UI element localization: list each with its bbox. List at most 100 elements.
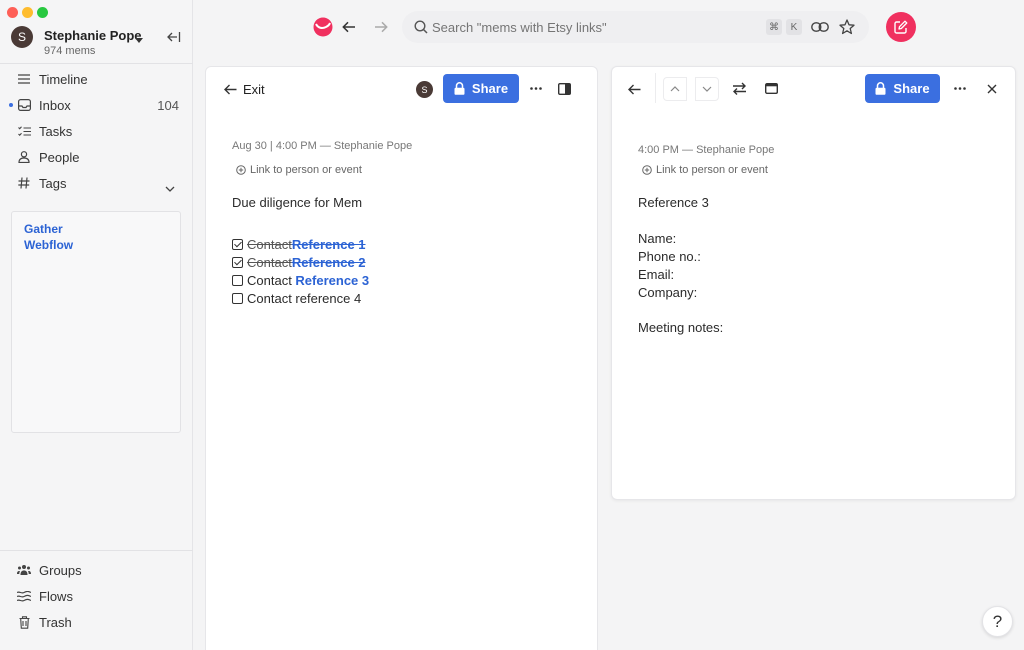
shortcut-k: K	[786, 19, 802, 35]
sidebar-item-people[interactable]: People	[0, 144, 192, 170]
window-close-button[interactable]	[7, 7, 18, 18]
task-text: Contact reference 4	[247, 290, 362, 306]
lock-icon	[875, 82, 886, 95]
share-button[interactable]: Share	[443, 74, 519, 103]
sidebar-item-inbox[interactable]: Inbox 104	[0, 92, 192, 118]
sidebar-item-label: Flows	[39, 588, 73, 604]
task-item[interactable]: Contact Reference 2	[232, 253, 366, 271]
search-bar[interactable]: ⌘ K	[402, 11, 869, 43]
swap-arrows-icon[interactable]	[731, 80, 748, 97]
task-checkbox[interactable]	[232, 292, 243, 304]
sidebar-item-label: Inbox	[39, 97, 71, 113]
field-company[interactable]: Company:	[638, 285, 697, 300]
mem-count: 974 mems	[44, 45, 96, 57]
task-checkbox[interactable]	[232, 274, 243, 286]
sidebar-item-timeline[interactable]: Timeline	[0, 66, 192, 92]
caret-down-icon[interactable]	[135, 31, 143, 49]
inbox-count: 104	[157, 97, 179, 113]
more-options-icon[interactable]	[528, 80, 544, 96]
task-checkbox-checked[interactable]	[232, 256, 243, 268]
help-button[interactable]: ?	[982, 606, 1013, 637]
window-minimize-button[interactable]	[22, 7, 33, 18]
sidebar-item-tags[interactable]: Tags	[0, 170, 192, 196]
task-item[interactable]: Contact reference 4	[232, 289, 361, 307]
mem-title[interactable]: Due diligence for Mem	[232, 195, 362, 210]
mem-meta: 4:00 PM — Stephanie Pope	[638, 144, 775, 156]
forward-arrow-icon[interactable]	[372, 18, 390, 36]
unread-dot	[9, 103, 13, 107]
link-person-event-button[interactable]: Link to person or event	[642, 163, 768, 176]
mem-meta: Aug 30 | 4:00 PM — Stephanie Pope	[232, 140, 413, 152]
plus-circle-icon	[642, 164, 652, 175]
flows-icon	[17, 589, 31, 603]
task-item[interactable]: Contact Reference 1	[232, 235, 366, 253]
sidepanel-toggle-icon[interactable]	[557, 81, 572, 96]
mem-title[interactable]: Reference 3	[638, 195, 709, 210]
plus-circle-icon	[236, 164, 246, 175]
task-text: Contact	[247, 236, 292, 252]
new-mem-button[interactable]	[886, 12, 916, 42]
share-label: Share	[471, 81, 509, 96]
shortcut-cmd: ⌘	[766, 19, 782, 35]
exit-label: Exit	[243, 81, 265, 97]
account-switcher[interactable]: S	[11, 26, 33, 48]
list-icon	[17, 72, 31, 86]
search-icon	[414, 20, 428, 39]
sidebar: S Stephanie Pope 974 mems Timeline Inbox…	[0, 0, 193, 650]
account-name[interactable]: Stephanie Pope	[44, 28, 142, 43]
sidebar-item-label: Groups	[39, 562, 82, 578]
sidebar-item-tasks[interactable]: Tasks	[0, 118, 192, 144]
window-zoom-button[interactable]	[37, 7, 48, 18]
share-button[interactable]: Share	[865, 74, 940, 103]
search-input[interactable]	[432, 17, 752, 37]
task-text: Contact	[247, 254, 292, 270]
pinned-tag-gather[interactable]: Gather	[24, 222, 63, 236]
share-label: Share	[893, 81, 930, 96]
pinned-tag-webflow[interactable]: Webflow	[24, 238, 73, 252]
groups-icon	[17, 563, 31, 577]
sidebar-item-label: Trash	[39, 614, 72, 630]
chevron-down-icon[interactable]	[165, 180, 175, 195]
sidebar-item-trash[interactable]: Trash	[0, 609, 192, 635]
sidebar-item-flows[interactable]: Flows	[0, 583, 192, 609]
sidebar-item-label: Tags	[39, 175, 67, 191]
reference-link[interactable]: Reference 1	[292, 237, 366, 252]
field-phone[interactable]: Phone no.:	[638, 249, 701, 264]
mem-editor-pane	[205, 66, 598, 650]
back-arrow-icon[interactable]	[340, 18, 358, 36]
back-arrow-icon[interactable]	[626, 81, 642, 97]
collapse-sidebar-icon[interactable]	[167, 30, 181, 48]
close-icon[interactable]	[985, 82, 999, 96]
link-label: Link to person or event	[250, 163, 362, 176]
owner-avatar[interactable]: S	[416, 81, 433, 98]
lock-icon	[454, 82, 465, 95]
inbox-icon	[17, 98, 31, 112]
trash-icon	[17, 615, 31, 629]
star-icon[interactable]	[839, 19, 855, 40]
link-person-event-button[interactable]: Link to person or event	[236, 163, 362, 176]
task-item[interactable]: Contact Reference 3	[232, 271, 369, 289]
task-checkbox-checked[interactable]	[232, 238, 243, 250]
previous-mem-button[interactable]	[663, 77, 687, 101]
link-icon[interactable]	[811, 20, 829, 38]
reference-pane	[611, 66, 1016, 500]
compose-icon	[894, 20, 908, 34]
meeting-notes-label[interactable]: Meeting notes:	[638, 320, 723, 335]
sidebar-item-label: Timeline	[39, 71, 88, 87]
sidebar-item-groups[interactable]: Groups	[0, 557, 192, 583]
mem-logo[interactable]	[313, 17, 333, 42]
hash-icon	[17, 176, 31, 190]
more-options-icon[interactable]	[952, 80, 968, 96]
sidebar-item-label: People	[39, 149, 80, 165]
next-mem-button[interactable]	[695, 77, 719, 101]
field-name[interactable]: Name:	[638, 231, 676, 246]
exit-button[interactable]: Exit	[224, 81, 265, 97]
expand-window-icon[interactable]	[763, 81, 779, 96]
reference-link[interactable]: Reference 2	[292, 255, 366, 270]
avatar: S	[11, 26, 33, 48]
sidebar-item-label: Tasks	[39, 123, 73, 139]
pinned-tags-panel: Gather Webflow	[11, 211, 181, 433]
reference-link[interactable]: Reference 3	[295, 273, 369, 288]
link-label: Link to person or event	[656, 163, 768, 176]
field-email[interactable]: Email:	[638, 267, 674, 282]
